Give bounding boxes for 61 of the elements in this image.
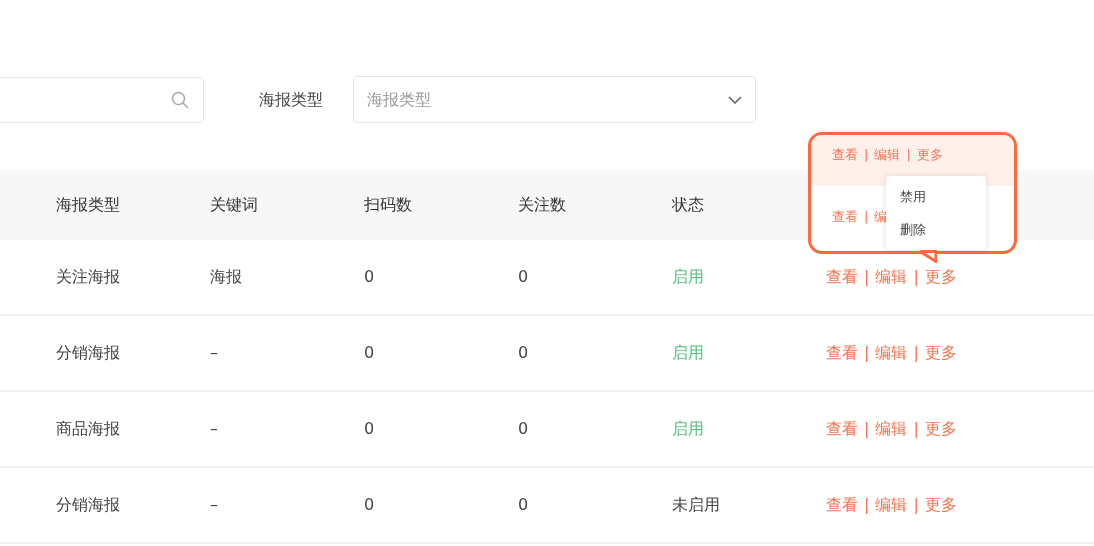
- table-cell: –: [210, 495, 218, 514]
- action-link[interactable]: 查看: [826, 265, 858, 289]
- table-cell: 0: [364, 343, 375, 362]
- menu-item[interactable]: 禁用: [900, 187, 986, 207]
- table-cell: 关注海报: [56, 267, 120, 286]
- separator: |: [864, 208, 869, 226]
- action-link[interactable]: 更多: [924, 493, 957, 517]
- column-header: 关键词: [210, 195, 258, 214]
- column-header: 扫码数: [364, 195, 412, 214]
- status-text: 启用: [672, 343, 704, 362]
- action-link[interactable]: 更多: [924, 341, 957, 365]
- column-header: 状态: [672, 195, 704, 214]
- table-cell: 0: [518, 419, 529, 438]
- table-cell: 0: [518, 267, 529, 286]
- action-link[interactable]: 查看: [832, 207, 858, 227]
- separator: |: [906, 146, 911, 164]
- status-text: 启用: [672, 267, 704, 286]
- separator: |: [913, 494, 919, 516]
- separator: |: [913, 266, 919, 288]
- table-cell: 商品海报: [56, 419, 120, 438]
- status-text: 启用: [672, 419, 704, 438]
- column-header: 关注数: [518, 195, 566, 214]
- separator: |: [913, 342, 919, 364]
- table-cell: 0: [364, 495, 375, 514]
- action-link[interactable]: 编辑: [875, 493, 908, 517]
- menu-item[interactable]: 删除: [900, 219, 986, 239]
- type-select[interactable]: 海报类型: [353, 76, 756, 123]
- action-link[interactable]: 更多: [924, 417, 957, 441]
- table-cell: 0: [364, 419, 375, 438]
- column-header: 海报类型: [56, 195, 120, 214]
- status-text: 未启用: [672, 495, 720, 514]
- action-link[interactable]: 查看: [826, 493, 858, 517]
- table-cell: 0: [518, 343, 529, 362]
- table-cell: 分销海报: [56, 495, 120, 514]
- separator: |: [913, 418, 919, 440]
- action-link[interactable]: 更多: [924, 265, 957, 289]
- separator: |: [864, 418, 870, 440]
- action-link[interactable]: 编: [874, 207, 888, 227]
- action-link[interactable]: 查看: [832, 145, 858, 165]
- separator: |: [864, 146, 869, 164]
- table-cell: –: [210, 343, 218, 362]
- filter-label: 海报类型: [259, 88, 323, 111]
- action-link[interactable]: 编辑: [875, 417, 908, 441]
- separator: |: [864, 342, 870, 364]
- table-cell: 海报: [210, 267, 242, 286]
- action-link[interactable]: 编辑: [875, 341, 908, 365]
- action-link[interactable]: 查看: [826, 341, 858, 365]
- search-field[interactable]: [0, 76, 204, 123]
- action-link[interactable]: 编辑: [875, 265, 908, 289]
- action-link[interactable]: 更多: [916, 145, 943, 165]
- table-cell: 0: [518, 495, 529, 514]
- search-icon: [171, 90, 189, 109]
- select-placeholder: 海报类型: [367, 88, 431, 111]
- separator: |: [864, 494, 870, 516]
- table-cell: 0: [364, 267, 375, 286]
- action-link[interactable]: 编辑: [874, 145, 901, 165]
- chevron-down-icon: [728, 95, 742, 104]
- table-cell: 分销海报: [56, 343, 120, 362]
- action-link[interactable]: 查看: [826, 417, 858, 441]
- table-cell: –: [210, 419, 218, 438]
- separator: |: [864, 266, 870, 288]
